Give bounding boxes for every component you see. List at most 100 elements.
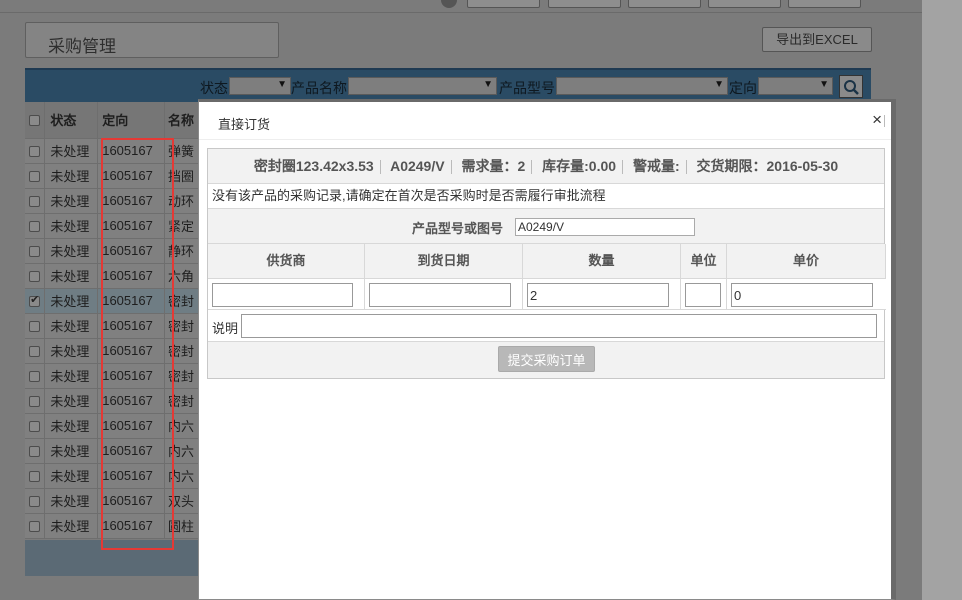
row-checkbox-cell[interactable] [25,288,46,314]
row-checkbox-cell[interactable] [25,213,46,239]
status-filter-select[interactable]: ▼ [229,77,291,95]
notice-text: 没有该产品的采购记录,请确定在首次是否采购时是否需履行审批流程 [208,184,884,209]
row-checkbox-cell[interactable] [25,263,46,289]
product-name-text: 密封圈123.42x3.53 [253,158,374,174]
row-checkbox[interactable] [29,471,41,483]
nav-button-3[interactable] [628,0,701,8]
product-model-filter-select[interactable]: ▼ [556,77,728,95]
row-checkbox-cell[interactable] [25,463,46,489]
dialog-title: 直接订货 [218,117,271,132]
unit-input[interactable] [685,283,721,307]
product-name-filter-select[interactable]: ▼ [348,77,497,95]
submit-purchase-order-button[interactable]: 提交采购订单 [498,346,595,372]
close-icon[interactable]: × [872,110,882,129]
row-status: 未处理 [44,213,99,239]
demand-text: 需求量：2 [461,158,526,174]
row-checkbox[interactable] [29,196,41,208]
search-button[interactable] [839,75,863,98]
row-checkbox-cell[interactable] [25,438,46,464]
arrival-date-cell [365,279,523,310]
arrival-date-input[interactable] [369,283,511,307]
model-field-input[interactable] [515,218,695,236]
row-checkbox[interactable] [29,321,41,333]
supplier-input[interactable] [212,283,353,307]
row-checkbox[interactable] [29,293,41,308]
row-status: 未处理 [44,438,99,464]
row-checkbox[interactable] [29,171,41,183]
model-row: 产品型号或图号 [208,209,884,244]
row-checkbox[interactable] [29,521,41,533]
nav-button-5[interactable] [788,0,861,8]
export-excel-button[interactable]: 导出到EXCEL [762,27,872,52]
row-status: 未处理 [44,338,99,364]
note-row: 说明 [208,310,884,342]
select-all-checkbox[interactable] [29,115,41,127]
quantity-input[interactable] [527,283,669,307]
submit-row: 提交采购订单 [208,342,884,378]
select-all-cell[interactable] [25,102,46,139]
status-filter-label: 状态 [200,80,228,96]
row-status: 未处理 [44,238,99,264]
row-status: 未处理 [44,263,99,289]
alert-text: 警戒量: [632,158,680,174]
row-status: 未处理 [44,313,99,339]
row-checkbox-cell[interactable] [25,163,46,189]
row-status: 未处理 [44,388,99,414]
row-checkbox-cell[interactable] [25,513,46,539]
close-button[interactable]: × [872,111,885,128]
row-checkbox[interactable] [29,396,41,408]
note-input[interactable] [241,314,877,338]
chevron-down-icon: ▼ [277,79,287,90]
row-checkbox[interactable] [29,146,41,158]
nav-button-4[interactable] [708,0,781,8]
chevron-down-icon: ▼ [483,79,493,90]
row-checkbox-cell[interactable] [25,313,46,339]
row-checkbox-cell[interactable] [25,363,46,389]
row-checkbox[interactable] [29,371,41,383]
row-checkbox[interactable] [29,446,41,458]
column-header-name[interactable]: 名称 [164,102,199,139]
product-info-row: 密封圈123.42x3.53 A0249/V 需求量：2 库存量:0.00 警戒… [208,149,884,184]
row-checkbox-cell[interactable] [25,413,46,439]
direction-filter-select[interactable]: ▼ [758,77,833,95]
product-model-filter-label: 产品型号 [499,80,555,96]
page-tab[interactable]: 采购管理 [25,22,279,58]
dialog-header: 直接订货 × [199,102,891,140]
row-status: 未处理 [44,138,99,164]
row-status: 未处理 [44,413,99,439]
chevron-down-icon: ▼ [714,79,724,90]
supplier-cell [208,279,365,310]
row-checkbox-cell[interactable] [25,338,46,364]
chevron-down-icon: ▼ [819,79,829,90]
row-checkbox-cell[interactable] [25,188,46,214]
unit-price-cell [727,279,886,310]
help-icon[interactable] [441,0,457,8]
column-header-arrival-date: 到货日期 [365,244,523,279]
column-header-status[interactable]: 状态 [44,102,99,139]
product-name-filter-label: 产品名称 [291,80,347,96]
row-checkbox[interactable] [29,221,41,233]
order-detail-grid: 供货商 到货日期 数量 单位 单价 [208,244,886,310]
column-header-direction[interactable]: 定向 [97,102,166,139]
row-status: 未处理 [44,188,99,214]
row-checkbox[interactable] [29,246,41,258]
row-checkbox-cell[interactable] [25,238,46,264]
deadline-text: 交货期限：2016-05-30 [696,158,839,174]
page-title: 采购管理 [48,37,116,56]
row-checkbox[interactable] [29,271,41,283]
row-status: 未处理 [44,163,99,189]
stock-text: 库存量:0.00 [542,158,617,174]
row-checkbox-cell[interactable] [25,488,46,514]
row-checkbox-cell[interactable] [25,138,46,164]
row-checkbox[interactable] [29,346,41,358]
row-checkbox[interactable] [29,496,41,508]
background-right-strip [922,0,962,600]
nav-button-2[interactable] [548,0,621,8]
highlight-annotation [101,138,174,550]
row-checkbox[interactable] [29,421,41,433]
column-header-unit-price: 单价 [727,244,886,279]
unit-price-input[interactable] [731,283,873,307]
nav-button-1[interactable] [467,0,540,8]
table-header-row: 状态 定向 名称 [25,102,199,139]
row-checkbox-cell[interactable] [25,388,46,414]
